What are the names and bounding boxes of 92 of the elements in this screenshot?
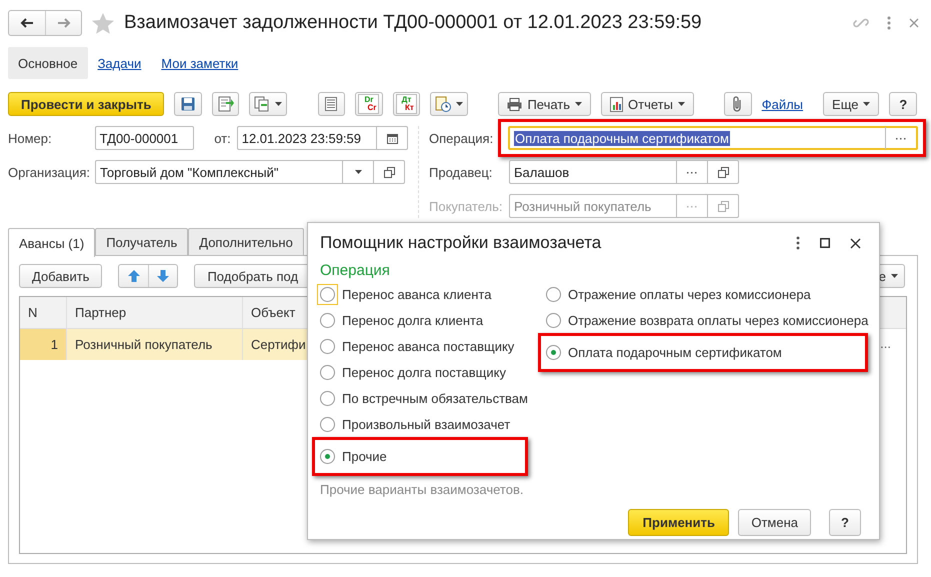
calendar-icon: [386, 132, 398, 144]
table-cell: Розничный покупатель: [67, 329, 243, 360]
date-field[interactable]: 12.01.2023 23:59:59: [236, 126, 408, 150]
forward-arrow-icon: [56, 18, 70, 28]
up-arrow-icon: [128, 270, 140, 282]
create-based-button[interactable]: [249, 92, 288, 116]
dt-kt-button[interactable]: Дт Кт: [392, 92, 420, 116]
radio-button[interactable]: [546, 345, 561, 360]
radio-button[interactable]: [546, 312, 561, 328]
radio-label[interactable]: Перенос долга клиента: [342, 312, 484, 328]
post-button[interactable]: [212, 92, 240, 116]
column-header: N: [20, 297, 67, 328]
more-button[interactable]: Еще: [823, 92, 880, 116]
number-field[interactable]: ТД00-000001: [94, 126, 194, 150]
radio-label[interactable]: Произвольный взаимозачет: [342, 416, 510, 432]
table-cell: 1: [20, 329, 67, 360]
maximize-icon: [820, 238, 830, 248]
list-button[interactable]: [318, 92, 346, 116]
organization-field[interactable]: Торговый дом "Комплексный": [95, 160, 405, 184]
save-button[interactable]: [174, 92, 202, 116]
operation-field[interactable]: Оплата подарочным сертификатом: [508, 126, 918, 150]
radio-label[interactable]: Прочие: [342, 449, 387, 464]
ellipsis-icon: [687, 204, 697, 208]
nav-tab[interactable]: Мои заметки: [151, 47, 248, 79]
star-icon: [92, 12, 114, 34]
open-icon: [384, 166, 394, 178]
radio-button[interactable]: [320, 312, 335, 328]
files-link[interactable]: Файлы: [762, 96, 804, 112]
tab[interactable]: Дополнительно: [188, 228, 304, 255]
column-header: Партнер: [67, 297, 243, 328]
documents-icon: [254, 96, 270, 112]
dialog-title: Помощник настройки взаимозачета: [320, 233, 602, 253]
radio-label[interactable]: Перенос долга поставщику: [342, 364, 506, 380]
ellipsis-icon: [896, 136, 906, 140]
reports-button[interactable]: Отчеты: [601, 92, 694, 116]
open-icon: [718, 200, 728, 212]
field-label: Покупатель:: [429, 198, 504, 214]
radio-button[interactable]: [320, 286, 335, 302]
print-button[interactable]: Печать: [498, 92, 592, 116]
field-label: Продавец:: [429, 164, 494, 180]
caret-icon: [354, 170, 362, 174]
help-button[interactable]: ?: [889, 92, 918, 116]
down-arrow-icon: [157, 270, 170, 282]
radio-button[interactable]: [320, 416, 335, 432]
field-label: Организация:: [8, 164, 92, 180]
tab[interactable]: Авансы (1): [8, 228, 96, 257]
close-icon: [850, 238, 861, 248]
radio-button[interactable]: [320, 364, 335, 380]
radio-button[interactable]: [320, 338, 335, 354]
add-button[interactable]: Добавить: [19, 264, 102, 288]
list-icon: [325, 97, 338, 111]
ellipsis-icon: [687, 170, 697, 174]
close-icon: [909, 18, 919, 28]
more-icon: [796, 236, 800, 250]
field-label: Операция:: [429, 130, 494, 146]
table-cell: ...: [880, 336, 891, 351]
radio-button[interactable]: [320, 390, 335, 406]
document-clock-icon: [435, 96, 452, 112]
caret-icon: [678, 102, 685, 106]
dialog-button[interactable]: Применить: [628, 509, 730, 536]
seller-field[interactable]: Балашов: [509, 160, 739, 184]
radio-button[interactable]: [320, 449, 335, 464]
nav-tab[interactable]: Задачи: [88, 47, 152, 79]
dr-cr-button[interactable]: Dr Cr: [355, 92, 383, 116]
hint-text: Прочие варианты взаимозачетов.: [320, 482, 524, 497]
dialog-button[interactable]: ?: [829, 509, 861, 536]
field-label: от:: [214, 130, 231, 146]
caret-icon: [891, 274, 898, 278]
post-and-close-button[interactable]: Провести и закрыть: [8, 92, 164, 116]
more-icon: [887, 16, 891, 30]
attach-button[interactable]: [724, 92, 752, 116]
caret-icon: [863, 102, 870, 106]
nav-tab[interactable]: Основное: [8, 47, 88, 79]
caret-icon: [575, 102, 582, 106]
document-arrow-icon: [218, 96, 234, 112]
printer-icon: [507, 98, 522, 110]
tab[interactable]: Получатель: [95, 228, 188, 255]
field-label: Номер:: [8, 130, 53, 146]
report-icon: [610, 96, 624, 112]
back-arrow-icon: [20, 18, 34, 28]
section-heading: Операция: [320, 262, 391, 279]
caret-icon: [456, 102, 464, 106]
dialog-button[interactable]: Отмена: [738, 509, 811, 536]
open-icon: [718, 166, 728, 178]
radio-label[interactable]: По встречным обязательствам: [342, 390, 528, 406]
radio-button[interactable]: [546, 286, 561, 302]
radio-label[interactable]: Оплата подарочным сертификатом: [568, 345, 782, 360]
window-title: Взаимозачет задолженности ТД00-000001 от 12.01.2023 23:59:59: [124, 12, 703, 34]
document-clock-button[interactable]: [430, 92, 468, 116]
caret-icon: [275, 102, 282, 106]
radio-label[interactable]: Перенос аванса поставщику: [342, 338, 514, 354]
save-icon: [181, 97, 196, 111]
